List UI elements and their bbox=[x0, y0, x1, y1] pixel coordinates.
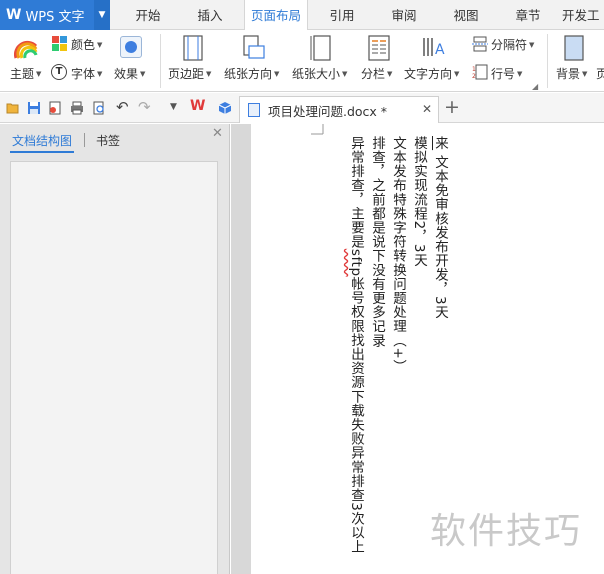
close-tab-icon[interactable]: ✕ bbox=[422, 102, 432, 116]
line-numbers-label: 行号 bbox=[491, 67, 516, 81]
page-border-label: 页 bbox=[596, 67, 604, 81]
effects-button[interactable]: 效果 ▼ bbox=[114, 65, 145, 82]
svg-text:2: 2 bbox=[472, 73, 476, 80]
wps-home-icon[interactable]: W bbox=[190, 98, 205, 114]
theme-icon[interactable] bbox=[14, 36, 38, 62]
document-tab[interactable]: 项目处理问题.docx * ✕ bbox=[239, 96, 439, 123]
theme-button[interactable]: 主题 ▼ bbox=[10, 65, 41, 82]
columns-icon[interactable] bbox=[367, 35, 391, 61]
page-size-button[interactable]: 纸张大小 ▼ bbox=[292, 65, 347, 82]
text-line-1-rest: 文本免审核发布开发，3天 bbox=[432, 150, 448, 320]
text-line-5: 异常排查，主要是sftp帐号权限找出资源下载失败异常排查3次以上 bbox=[348, 136, 364, 554]
theme-font-label: 字体 bbox=[71, 67, 96, 81]
line-numbers-button[interactable]: 行号 ▼ bbox=[491, 65, 522, 82]
text-line-2: 模拟实现流程2，3天 bbox=[411, 136, 427, 268]
breaks-label: 分隔符 bbox=[491, 38, 528, 52]
ribbon-page-layout: 主题 ▼ 颜色 ▼ T 字体 ▼ 效果 ▼ 页边距 ▼ 纸张方向 ▼ 纸张大小 ▼ 分栏 ▼ bbox=[0, 30, 604, 92]
document-icon bbox=[248, 103, 260, 117]
wps-app-menu-button[interactable]: W WPS 文字 ▼ bbox=[0, 0, 110, 30]
colors-icon bbox=[52, 36, 67, 51]
app-menu-dropdown-icon[interactable]: ▼ bbox=[94, 0, 110, 30]
theme-label: 主题 bbox=[10, 67, 35, 81]
tab-view[interactable]: 视图 bbox=[440, 0, 492, 30]
columns-button[interactable]: 分栏 ▼ bbox=[361, 65, 392, 82]
svg-text:A: A bbox=[435, 42, 445, 58]
page-background-icon[interactable] bbox=[562, 35, 586, 61]
underlined-char: 来 bbox=[432, 136, 448, 151]
effects-icon[interactable] bbox=[120, 36, 142, 58]
tab-divider bbox=[84, 133, 85, 147]
close-pane-icon[interactable]: ✕ bbox=[212, 126, 223, 141]
misspelled-word: sftp bbox=[348, 248, 364, 277]
tab-review[interactable]: 审阅 bbox=[378, 0, 430, 30]
export-pdf-icon[interactable] bbox=[48, 101, 62, 115]
breaks-icon bbox=[472, 36, 488, 52]
cloud-cube-icon[interactable] bbox=[218, 101, 232, 115]
effects-label: 效果 bbox=[114, 67, 139, 81]
text-line-3: 文本发布特殊字符转换问题处理（+） bbox=[390, 136, 406, 374]
colors-label: 颜色 bbox=[71, 38, 96, 52]
navigation-pane: 文档结构图 书签 ✕ bbox=[0, 124, 230, 574]
menu-tab-bar: W WPS 文字 ▼ 开始 插入 页面布局 引用 审阅 视图 章节 开发工 bbox=[0, 0, 604, 31]
background-button[interactable]: 背景 ▼ bbox=[556, 65, 587, 82]
page-size-icon[interactable] bbox=[310, 35, 334, 61]
tab-insert[interactable]: 插入 bbox=[184, 0, 236, 30]
text-line-5-b: 帐号权限找出资源下载失败异常排查3次以上 bbox=[348, 276, 364, 554]
app-name: WPS 文字 bbox=[25, 9, 85, 25]
page-size-label: 纸张大小 bbox=[292, 67, 341, 81]
tab-page-layout[interactable]: 页面布局 bbox=[244, 0, 308, 31]
line-numbers-icon: 1 2 bbox=[472, 64, 488, 80]
margins-button[interactable]: 页边距 ▼ bbox=[168, 65, 211, 82]
colors-button[interactable]: 颜色 ▼ bbox=[71, 36, 102, 53]
outline-tree[interactable] bbox=[10, 161, 218, 574]
page-border-button[interactable]: 页 bbox=[596, 65, 604, 82]
tab-bookmarks[interactable]: 书签 bbox=[96, 132, 120, 149]
breaks-button[interactable]: 分隔符 ▼ bbox=[491, 36, 534, 53]
active-tab-indicator bbox=[10, 151, 74, 153]
document-tab-title: 项目处理问题.docx * bbox=[268, 103, 388, 119]
redo-icon[interactable]: ↷ bbox=[138, 98, 151, 116]
tab-home[interactable]: 开始 bbox=[122, 0, 174, 30]
theme-font-icon: T bbox=[51, 64, 67, 80]
dialog-launcher-icon[interactable]: ◢ bbox=[532, 82, 538, 91]
margins-icon[interactable] bbox=[181, 35, 205, 61]
orientation-button[interactable]: 纸张方向 ▼ bbox=[224, 65, 279, 82]
text-line-4: 排查，之前都是说下没有更多记录 bbox=[369, 136, 385, 348]
tab-references[interactable]: 引用 bbox=[316, 0, 368, 30]
tab-chapter[interactable]: 章节 bbox=[502, 0, 554, 30]
orientation-icon[interactable] bbox=[242, 35, 266, 61]
print-preview-icon[interactable] bbox=[92, 101, 106, 115]
text-direction-label: 文字方向 bbox=[404, 67, 453, 81]
undo-icon[interactable]: ↶ bbox=[116, 98, 129, 116]
text-line-1: 来 文本免审核发布开发，3天 bbox=[432, 136, 448, 319]
page-gutter bbox=[231, 124, 251, 574]
tab-document-outline[interactable]: 文档结构图 bbox=[12, 132, 72, 149]
ribbon-separator bbox=[547, 34, 548, 88]
customize-toolbar-icon[interactable]: ▼ bbox=[170, 102, 177, 112]
watermark: 软件技巧 bbox=[430, 511, 583, 552]
text-direction-icon[interactable]: A bbox=[421, 35, 445, 61]
quick-access-toolbar: ↶ ↷ ▼ W 项目处理问题.docx * ✕ + bbox=[0, 93, 604, 123]
svg-text:1: 1 bbox=[472, 66, 476, 73]
text-line-5-a: 异常排查，主要是 bbox=[348, 136, 364, 249]
new-tab-icon[interactable]: + bbox=[444, 96, 460, 118]
wps-logo: W bbox=[6, 7, 22, 23]
save-icon[interactable] bbox=[27, 101, 41, 115]
page-corner-mark bbox=[311, 124, 324, 135]
print-icon[interactable] bbox=[70, 101, 84, 115]
text-direction-button[interactable]: 文字方向 ▼ bbox=[404, 65, 459, 82]
orientation-label: 纸张方向 bbox=[224, 67, 273, 81]
ribbon-separator bbox=[160, 34, 161, 88]
background-label: 背景 bbox=[556, 67, 581, 81]
theme-font-button[interactable]: 字体 ▼ bbox=[71, 65, 102, 82]
open-folder-icon[interactable] bbox=[6, 101, 20, 115]
tab-developer[interactable]: 开发工 bbox=[562, 0, 604, 30]
margins-label: 页边距 bbox=[168, 67, 205, 81]
columns-label: 分栏 bbox=[361, 67, 386, 81]
